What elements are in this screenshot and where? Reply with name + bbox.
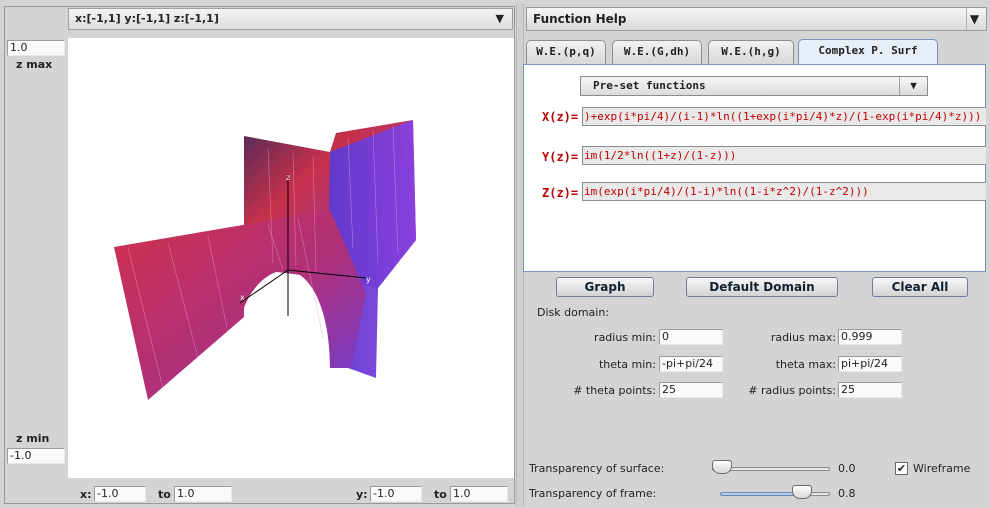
frame-transparency-value: 0.8 [838, 487, 856, 500]
y-function-input[interactable]: im(1/2*ln((1+z)/(1-z))) [582, 146, 986, 165]
radius-max-label: radius max: [770, 331, 836, 344]
surface-front [114, 210, 366, 400]
chevron-down-icon: ▼ [899, 77, 927, 95]
wireframe-checkbox[interactable]: ✔ [895, 462, 908, 475]
chevron-down-icon: ▼ [495, 12, 504, 25]
radius-min-field[interactable]: 0 [659, 329, 723, 345]
radius-max-field[interactable]: 0.999 [838, 329, 902, 345]
surface-transparency-value: 0.0 [838, 462, 856, 475]
axis-x-marker: x [240, 293, 245, 302]
z-max-label: z max [16, 58, 53, 71]
theta-min-field[interactable]: -pi+pi/24 [659, 356, 723, 372]
disk-domain-title: Disk domain: [537, 306, 610, 319]
surface-plot[interactable]: z y x [68, 38, 514, 478]
plot-canvas[interactable]: z y x [68, 38, 514, 478]
surface-slider-knob[interactable] [712, 460, 732, 474]
y-max-field[interactable]: 1.0 [450, 486, 508, 502]
z-min-label: z min [16, 432, 50, 445]
wireframe-label: Wireframe [913, 462, 971, 475]
radius-min-label: radius min: [594, 331, 656, 344]
axis-y-marker: y [366, 275, 371, 284]
x-function-label: X(z)= [542, 110, 579, 124]
graph-button[interactable]: Graph [556, 277, 654, 297]
y-min-field[interactable]: -1.0 [370, 486, 422, 502]
tab-we-pq[interactable]: W.E.(p,q) [526, 40, 606, 64]
x-range-label: x: [80, 488, 92, 501]
y-range-label: y: [356, 488, 368, 501]
x-function-input[interactable]: )+exp(i*pi/4)/(i-1)*ln((1+exp(i*pi/4)*z)… [582, 107, 986, 126]
y-function-label: Y(z)= [542, 150, 579, 164]
x-min-field[interactable]: -1.0 [94, 486, 146, 502]
preset-functions-combo[interactable]: Pre-set functions ▼ [580, 76, 928, 96]
clear-all-button[interactable]: Clear All [872, 277, 968, 297]
surface-transparency-label: Transparency of surface: [529, 462, 665, 475]
z-function-input[interactable]: im(exp(i*pi/4)/(1-i)*ln((1-i*z^2)/(1-z^2… [582, 182, 986, 201]
frame-slider-fill [720, 492, 802, 496]
z-min-field[interactable]: -1.0 [7, 448, 65, 464]
theta-points-field[interactable]: 25 [659, 382, 723, 398]
tab-we-hg[interactable]: W.E.(h,g) [708, 40, 794, 64]
function-help-label: Function Help [533, 12, 627, 26]
y-to-label: to [434, 488, 447, 501]
theta-points-label: # theta points: [573, 384, 656, 397]
axis-z-marker: z [286, 173, 290, 182]
theta-min-label: theta min: [598, 358, 656, 371]
z-function-label: Z(z)= [542, 186, 579, 200]
frame-slider-knob[interactable] [792, 485, 812, 499]
x-to-label: to [158, 488, 171, 501]
tab-complex-p-surf[interactable]: Complex P. Surf [798, 39, 938, 65]
radius-points-label: # radius points: [748, 384, 836, 397]
domain-combo[interactable]: x:[-1,1] y:[-1,1] z:[-1,1] ▼ [68, 8, 513, 30]
tab-we-gdh[interactable]: W.E.(G,dh) [612, 40, 702, 64]
radius-points-field[interactable]: 25 [838, 382, 902, 398]
default-domain-button[interactable]: Default Domain [686, 277, 838, 297]
z-max-field[interactable]: 1.0 [7, 40, 65, 56]
frame-transparency-label: Transparency of frame: [529, 487, 657, 500]
chevron-down-icon: ▼ [966, 8, 982, 30]
theta-max-label: theta max: [775, 358, 836, 371]
x-max-field[interactable]: 1.0 [174, 486, 232, 502]
frame-transparency-slider[interactable] [720, 492, 830, 496]
preset-functions-label: Pre-set functions [593, 79, 706, 92]
theta-max-field[interactable]: pi+pi/24 [838, 356, 902, 372]
function-help-combo[interactable]: Function Help ▼ [526, 7, 987, 31]
domain-combo-label: x:[-1,1] y:[-1,1] z:[-1,1] [75, 12, 219, 25]
